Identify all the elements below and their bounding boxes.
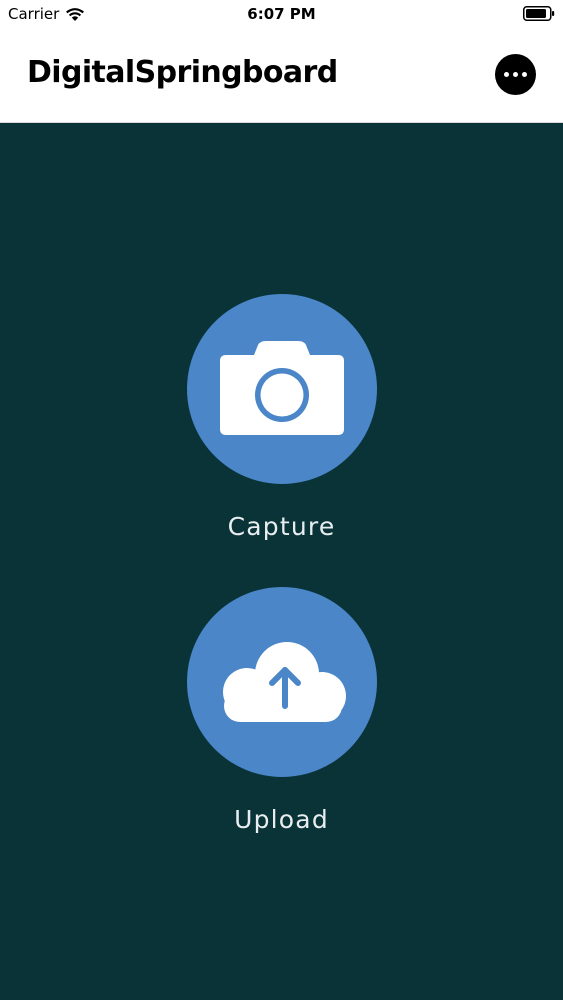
ellipsis-icon (504, 72, 509, 77)
app-title: DigitalSpringboard (27, 55, 338, 90)
upload-action: Upload (0, 587, 563, 834)
app-header: DigitalSpringboard (0, 28, 563, 123)
ellipsis-icon (513, 72, 518, 77)
upload-label: Upload (234, 805, 329, 834)
cloud-upload-icon (222, 642, 346, 722)
more-options-button[interactable] (495, 54, 536, 95)
battery-icon (523, 6, 555, 21)
capture-action: Capture (0, 294, 563, 541)
status-bar: Carrier 6:07 PM (0, 0, 563, 28)
capture-button[interactable] (186, 294, 377, 484)
status-time: 6:07 PM (247, 5, 316, 23)
capture-label: Capture (227, 512, 336, 541)
camera-icon (219, 341, 344, 435)
ellipsis-icon (522, 72, 527, 77)
main-content: Capture Upload (0, 123, 563, 1000)
upload-button[interactable] (186, 587, 377, 777)
